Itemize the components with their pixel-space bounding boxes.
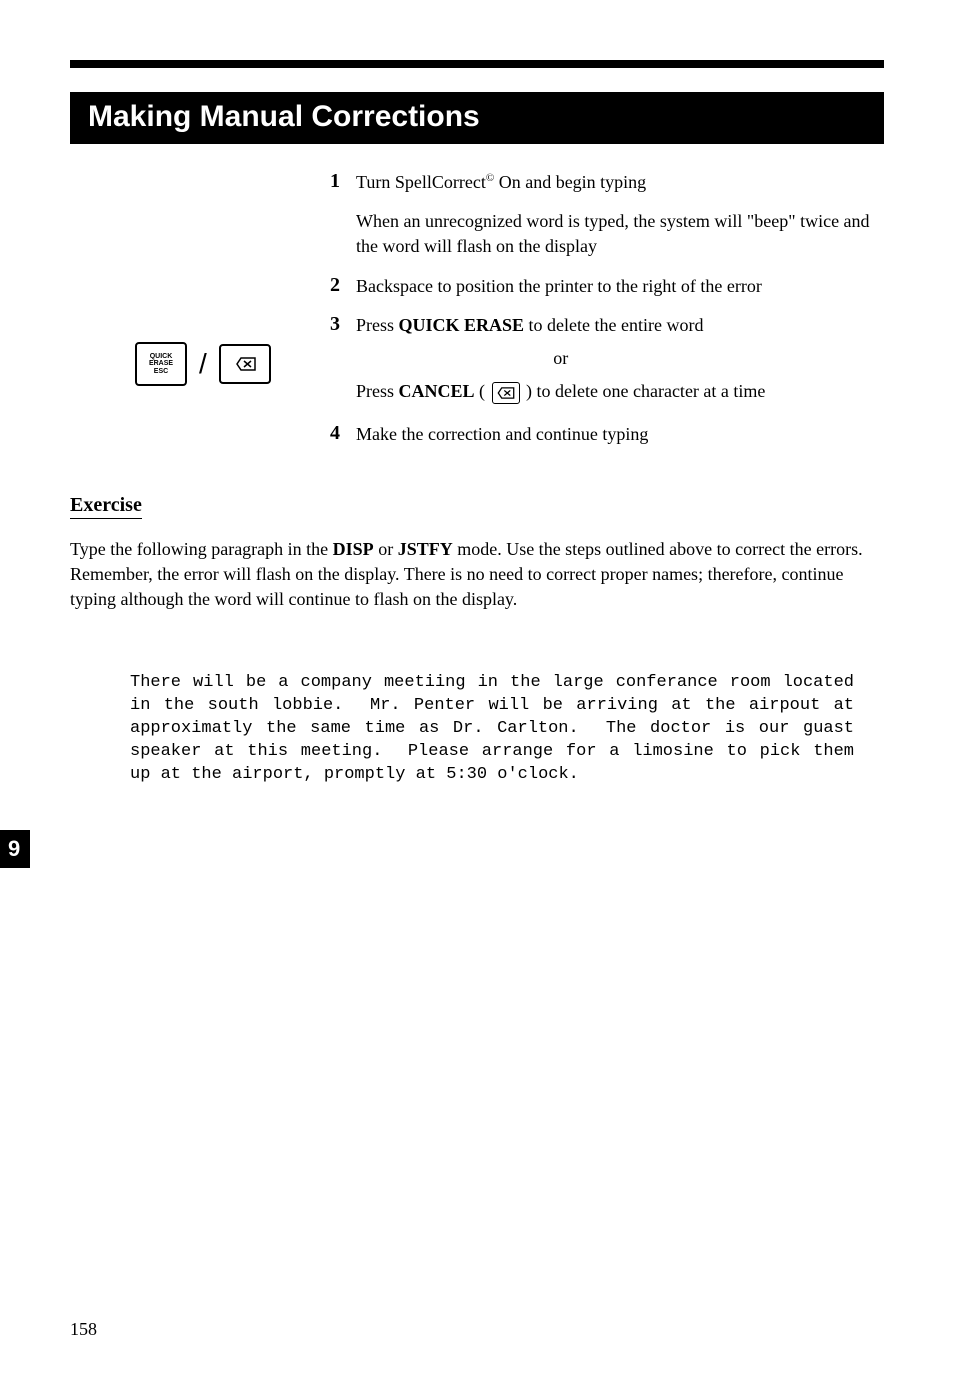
key-line: QUICK [150, 353, 173, 360]
backspace-x-icon [236, 357, 254, 371]
chapter-tab: 9 [0, 830, 30, 868]
section-title: Making Manual Corrections [88, 100, 480, 133]
exercise-text-bold: DISP [333, 539, 374, 559]
exercise-heading: Exercise [70, 494, 142, 519]
step-text: ( [475, 381, 490, 401]
exercise-text: Type the following paragraph in the [70, 539, 333, 559]
exercise-text-bold: JSTFY [398, 539, 453, 559]
step-body: Make the correction and continue typing [356, 422, 648, 447]
step-body: Press QUICK ERASE to delete the entire w… [356, 313, 765, 405]
step-body: Backspace to position the printer to the… [356, 274, 762, 299]
exercise-text: or [374, 539, 398, 559]
quick-erase-key-icon: QUICK ERASE ESC [135, 342, 187, 386]
section-title-bar: Making Manual Corrections [70, 92, 884, 144]
step-number: 3 [330, 313, 356, 405]
page-number: 158 [70, 1319, 97, 1340]
exercise-typed-paragraph: There will be a company meetiing in the … [130, 672, 854, 787]
steps-list: 1 Turn SpellCorrect© On and begin typing… [330, 170, 884, 448]
exercise-intro: Type the following paragraph in the DISP… [70, 537, 884, 613]
registered-mark: © [486, 172, 494, 184]
slash-separator: / [199, 348, 207, 380]
step-body: Turn SpellCorrect© On and begin typing W… [356, 170, 884, 260]
step-text: ) to delete one character at a time [522, 381, 766, 401]
step-subtext: When an unrecognized word is typed, the … [356, 209, 884, 259]
top-rule [70, 60, 884, 68]
content-area: QUICK ERASE ESC / 1 Turn SpellCorrect© O… [70, 170, 884, 787]
step-text: Turn SpellCorrect [356, 172, 486, 192]
step-alt-line: Press CANCEL ( ) to delete one character… [356, 379, 765, 404]
or-separator: or [356, 346, 765, 371]
exercise-section: Exercise Type the following paragraph in… [70, 494, 884, 787]
step-4: 4 Make the correction and continue typin… [330, 422, 884, 447]
key-illustration: QUICK ERASE ESC / [135, 342, 271, 386]
cancel-key-inline-icon [492, 382, 520, 404]
step-text: On and begin typing [494, 172, 646, 192]
key-line: ESC [154, 368, 168, 375]
step-text: Press [356, 315, 399, 335]
step-text-bold: QUICK ERASE [399, 315, 525, 335]
cancel-key-icon [219, 344, 271, 384]
key-line: ERASE [149, 360, 173, 367]
step-number: 4 [330, 422, 356, 447]
step-2: 2 Backspace to position the printer to t… [330, 274, 884, 299]
step-3: 3 Press QUICK ERASE to delete the entire… [330, 313, 884, 405]
step-number: 1 [330, 170, 356, 260]
step-1: 1 Turn SpellCorrect© On and begin typing… [330, 170, 884, 260]
chapter-number: 9 [8, 836, 20, 861]
step-text: Press [356, 381, 399, 401]
step-text: to delete the entire word [524, 315, 703, 335]
step-number: 2 [330, 274, 356, 299]
step-text-bold: CANCEL [399, 381, 475, 401]
